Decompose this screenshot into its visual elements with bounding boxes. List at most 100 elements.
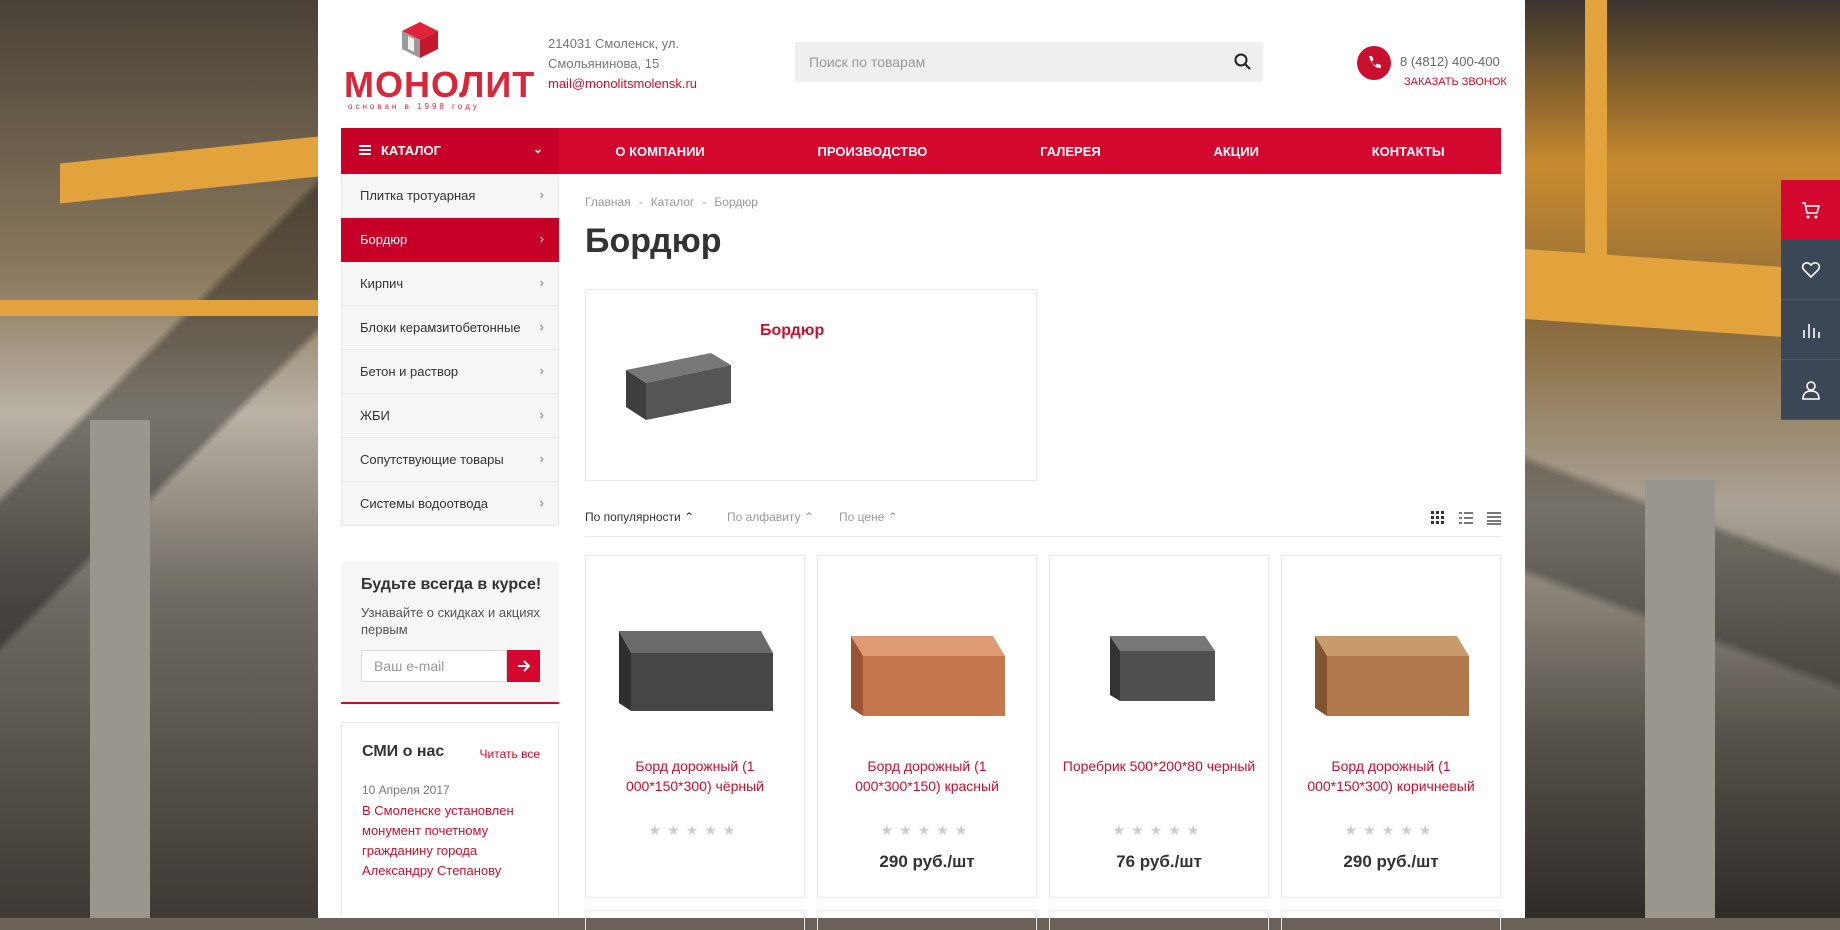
logo[interactable]: МОНОЛИТ основан в 1998 году: [344, 20, 534, 111]
site-header: МОНОЛИТ основан в 1998 году 214031 Смоле…: [318, 0, 1525, 128]
arrow-right-icon: [518, 660, 531, 672]
email-field-wrapper: [361, 650, 507, 682]
catalog-menu-button[interactable]: КАТАЛОГ ⌄: [341, 128, 559, 174]
sidebar-item-drainage[interactable]: Системы водоотвода ›: [341, 482, 559, 526]
compare-button[interactable]: [1781, 300, 1840, 360]
sidebar-item-label: Блоки керамзитобетонные: [360, 320, 521, 335]
product-price: 76 руб./шт: [1116, 852, 1202, 871]
product-name[interactable]: Борд дорожный (1 000*300*150) красный: [828, 756, 1026, 796]
product-card[interactable]: Борд дорожный (1 000*150*300) чёрный ★★★…: [585, 555, 805, 898]
curb-image: [626, 353, 731, 420]
news-link[interactable]: В Смоленске установлен монумент почетном…: [362, 801, 542, 881]
phone-number[interactable]: 8 (4812) 400-400: [1400, 54, 1500, 69]
chevron-right-icon: ›: [539, 495, 544, 510]
rating-stars: ★★★★★: [1112, 822, 1206, 838]
sort-label: По цене: [839, 510, 885, 524]
sidebar-item-label: ЖБИ: [360, 408, 390, 423]
sidebar-item-label: Плитка тротуарная: [360, 188, 476, 203]
sidebar-item-brick[interactable]: Кирпич ›: [341, 262, 559, 306]
phone-icon[interactable]: [1357, 46, 1391, 80]
sort-by-popularity[interactable]: По популярности ⌃: [585, 510, 694, 524]
subscribe-block: Будьте всегда в курсе! Узнавайте о скидк…: [341, 562, 559, 704]
grid-view-icon[interactable]: [1431, 511, 1445, 525]
subsection-card[interactable]: Бордюр: [585, 289, 1037, 481]
sidebar-item-curb[interactable]: Бордюр ›: [341, 218, 559, 262]
email-link[interactable]: mail@monolitsmolensk.ru: [548, 74, 697, 94]
menu-icon: [359, 145, 371, 155]
chevron-up-icon: ⌃: [887, 510, 898, 524]
nav-item-production[interactable]: ПРОИЗВОДСТВО: [818, 144, 928, 159]
sidebar-item-paving-tiles[interactable]: Плитка тротуарная ›: [341, 174, 559, 218]
rating-stars: ★★★★★: [648, 822, 742, 838]
table-view-icon[interactable]: [1487, 511, 1501, 525]
catalog-label: КАТАЛОГ: [381, 143, 441, 158]
subscribe-text: Узнавайте о скидках и акциях первым: [361, 605, 541, 637]
rating-stars: ★★★★★: [880, 822, 974, 838]
sort-label: По популярности: [585, 510, 681, 524]
page-content: МОНОЛИТ основан в 1998 году 214031 Смоле…: [318, 0, 1525, 930]
nav-item-gallery[interactable]: ГАЛЕРЕЯ: [1040, 144, 1101, 159]
product-name[interactable]: Борд дорожный (1 000*150*300) чёрный: [596, 756, 794, 796]
sidebar-item-blocks[interactable]: Блоки керамзитобетонные ›: [341, 306, 559, 350]
cart-button[interactable]: [1781, 180, 1840, 240]
product-card[interactable]: Борд дорожный (1 000*150*300) коричневый…: [1281, 555, 1501, 898]
sidebar-item-related[interactable]: Сопутствующие товары ›: [341, 438, 559, 482]
subscribe-title: Будьте всегда в курсе!: [361, 576, 542, 593]
product-image: [1315, 636, 1469, 716]
chevron-right-icon: ›: [539, 319, 544, 334]
list-view-icon[interactable]: [1459, 511, 1473, 525]
sidebar-item-concrete[interactable]: Бетон и раствор ›: [341, 350, 559, 394]
sidebar-item-label: Кирпич: [360, 276, 404, 291]
product-price: 290 руб./шт: [1343, 852, 1439, 871]
rating-stars: ★★★★★: [1344, 822, 1438, 838]
logo-slogan: основан в 1998 году: [348, 102, 480, 111]
product-card[interactable]: Поребрик 500*200*80 черный ★★★★★ 76 руб.…: [1049, 555, 1269, 898]
callback-link[interactable]: ЗАКАЗАТЬ ЗВОНОК: [1404, 76, 1507, 88]
product-name[interactable]: Борд дорожный (1 000*150*300) коричневый: [1292, 756, 1490, 796]
sidebar-item-rc-products[interactable]: ЖБИ ›: [341, 394, 559, 438]
media-title: СМИ о нас: [362, 743, 445, 760]
chevron-down-icon: ⌄: [532, 142, 543, 156]
search-input[interactable]: [795, 42, 1215, 82]
sort-by-alphabet[interactable]: По алфавиту ⌃: [727, 510, 814, 524]
chevron-right-icon: ›: [539, 187, 544, 202]
subsection-name[interactable]: Бордюр: [760, 322, 824, 340]
product-card[interactable]: [1049, 910, 1269, 930]
media-block: СМИ о нас Читать все 10 Апреля 2017 В См…: [341, 722, 559, 918]
search-icon[interactable]: [1233, 52, 1253, 72]
sidebar-item-label: Сопутствующие товары: [360, 452, 504, 467]
news-date: 10 Апреля 2017: [362, 783, 450, 797]
main-nav: КАТАЛОГ ⌄ О КОМПАНИИ ПРОИЗВОДСТВО ГАЛЕРЕ…: [341, 128, 1501, 174]
profile-button[interactable]: [1781, 360, 1840, 420]
product-name[interactable]: Поребрик 500*200*80 черный: [1060, 756, 1258, 776]
nav-item-promotions[interactable]: АКЦИИ: [1213, 144, 1259, 159]
chevron-right-icon: ›: [539, 451, 544, 466]
background-column: [90, 420, 150, 918]
page-title: Бордюр: [585, 222, 722, 260]
sidebar-item-label: Системы водоотвода: [360, 496, 489, 511]
sort-by-price[interactable]: По цене ⌃: [839, 510, 898, 524]
chevron-up-icon: ⌃: [803, 510, 814, 524]
subscribe-button[interactable]: [507, 650, 540, 682]
favorites-button[interactable]: [1781, 240, 1840, 300]
product-card[interactable]: [1281, 910, 1501, 930]
product-card[interactable]: Борд дорожный (1 000*300*150) красный ★★…: [817, 555, 1037, 898]
user-icon: [1802, 381, 1820, 400]
breadcrumb-home[interactable]: Главная: [585, 195, 631, 209]
product-card[interactable]: [585, 910, 805, 930]
breadcrumb-current: Бордюр: [714, 195, 758, 209]
address-block: 214031 Смоленск, ул. Смольянинова, 15 ma…: [548, 34, 697, 94]
nav-item-about[interactable]: О КОМПАНИИ: [615, 144, 704, 159]
sidebar-item-label: Бордюр: [360, 232, 408, 247]
nav-item-contacts[interactable]: КОНТАКТЫ: [1372, 144, 1445, 159]
read-all-link[interactable]: Читать все: [480, 747, 540, 761]
email-field[interactable]: [362, 651, 506, 681]
breadcrumb-catalog[interactable]: Каталог: [651, 195, 695, 209]
chevron-right-icon: ›: [539, 363, 544, 378]
background-column: [1645, 480, 1715, 918]
heart-icon: [1801, 261, 1821, 279]
product-card[interactable]: [817, 910, 1037, 930]
address-line: Смольянинова, 15: [548, 56, 660, 71]
sort-bar: По популярности ⌃ По алфавиту ⌃ По цене …: [585, 504, 1501, 537]
chevron-right-icon: ›: [539, 407, 544, 422]
